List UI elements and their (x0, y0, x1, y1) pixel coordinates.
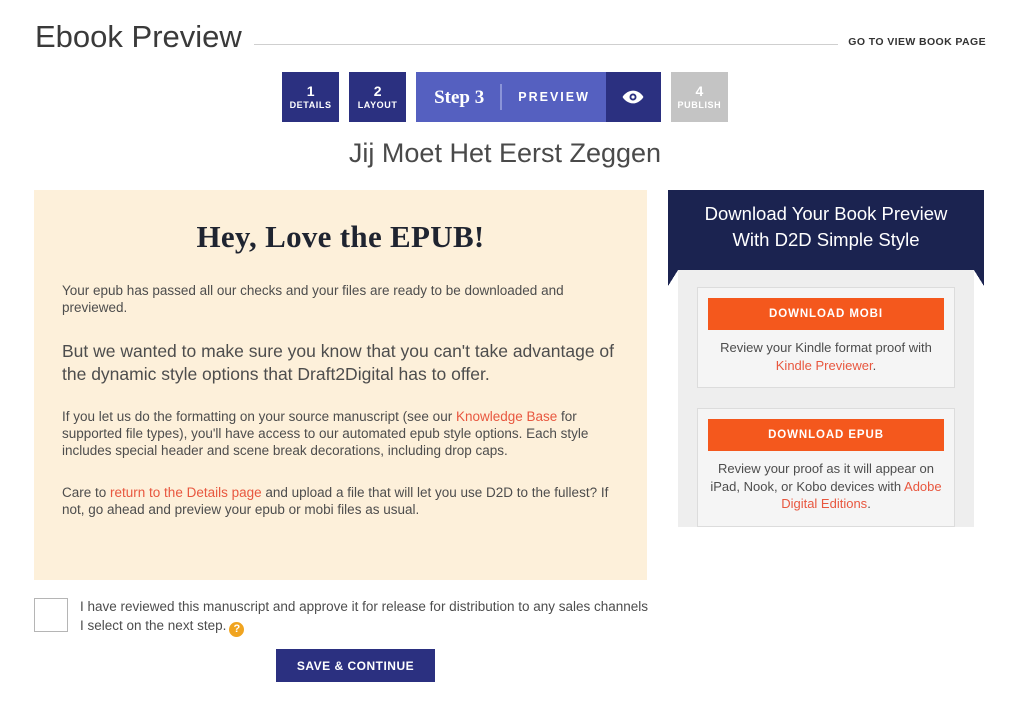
go-to-view-book-page-link[interactable]: GO TO VIEW BOOK PAGE (848, 36, 986, 48)
preview-eye-button[interactable] (605, 72, 661, 122)
step-label: PUBLISH (677, 100, 722, 110)
step-label: DETAILS (289, 100, 332, 110)
download-banner-line-1: Download Your Book Preview (704, 203, 948, 224)
step-item-publish[interactable]: 4 PUBLISH (670, 72, 728, 122)
mobi-desc-after: . (872, 357, 877, 373)
step-number: 4 (695, 83, 704, 99)
download-mobi-description: Review your Kindle format proof with Kin… (708, 339, 944, 374)
book-title: Jij Moet Het Eerst Zeggen (348, 138, 662, 168)
notice-heading: Hey, Love the EPUB! (196, 219, 485, 254)
kindle-previewer-link[interactable]: Kindle Previewer (776, 358, 873, 373)
page-title: Ebook Preview (35, 19, 242, 54)
download-epub-description: Review your proof as it will appear on i… (708, 460, 944, 513)
step-label: LAYOUT (357, 100, 398, 110)
page-header: Ebook Preview GO TO VIEW BOOK PAGE (0, 0, 1010, 62)
download-mobi-button[interactable]: DOWNLOAD MOBI (708, 298, 944, 330)
download-banner-line-2: With D2D Simple Style (732, 229, 920, 250)
step-active-name: PREVIEW (518, 90, 590, 104)
return-to-details-page-link[interactable]: return to the Details page (110, 485, 262, 500)
epub-desc-before: Review your proof as it will appear on i… (710, 461, 935, 494)
step-active-number-label: Step 3 (434, 86, 485, 108)
step-indicator: 1 DETAILS 2 LAYOUT Step 3 PREVIEW 4 PUBL… (0, 72, 1010, 122)
approval-checkbox[interactable] (34, 598, 68, 632)
notice-p3-text-before: If you let us do the formatting on your … (62, 409, 456, 424)
epub-desc-after: . (867, 496, 871, 511)
download-epub-card: DOWNLOAD EPUB Review your proof as it wi… (697, 408, 955, 527)
step-active-divider (500, 84, 503, 110)
notice-paragraph-3: If you let us do the formatting on your … (62, 408, 619, 459)
save-and-continue-button[interactable]: SAVE & CONTINUE (276, 649, 435, 682)
knowledge-base-link[interactable]: Knowledge Base (456, 409, 557, 424)
banner-notch-right (974, 270, 984, 286)
download-mobi-card: DOWNLOAD MOBI Review your Kindle format … (697, 287, 955, 388)
banner-notch-left (668, 270, 678, 286)
notice-paragraph-1: Your epub has passed all our checks and … (62, 283, 564, 315)
help-icon[interactable]: ? (229, 622, 245, 637)
step-number: 1 (306, 83, 315, 99)
header-divider (253, 44, 839, 45)
download-epub-button[interactable]: DOWNLOAD EPUB (708, 419, 944, 451)
download-panel: DOWNLOAD MOBI Review your Kindle format … (678, 270, 974, 527)
notice-paragraph-4: Care to return to the Details page and u… (62, 484, 619, 518)
eye-icon (623, 90, 644, 104)
approval-text: I have reviewed this manuscript and appr… (80, 599, 649, 633)
step-item-preview-active[interactable]: Step 3 PREVIEW (416, 72, 661, 122)
step-item-details[interactable]: 1 DETAILS (282, 72, 340, 122)
step-number: 2 (373, 83, 382, 99)
ebook-preview-page: Ebook Preview GO TO VIEW BOOK PAGE 1 DET… (0, 0, 1010, 720)
step-active-body: Step 3 PREVIEW (416, 72, 606, 122)
mobi-desc-before: Review your Kindle format proof with (720, 340, 932, 355)
step-item-layout[interactable]: 2 LAYOUT (349, 72, 407, 122)
download-banner: Download Your Book Preview With D2D Simp… (668, 190, 984, 286)
approval-row: I have reviewed this manuscript and appr… (34, 595, 649, 637)
notice-p4-text-before: Care to (62, 485, 111, 500)
approval-label: I have reviewed this manuscript and appr… (80, 595, 649, 637)
epub-notice-panel: Hey, Love the EPUB! Your epub has passed… (34, 190, 647, 580)
notice-paragraph-2: But we wanted to make sure you know that… (62, 341, 615, 384)
